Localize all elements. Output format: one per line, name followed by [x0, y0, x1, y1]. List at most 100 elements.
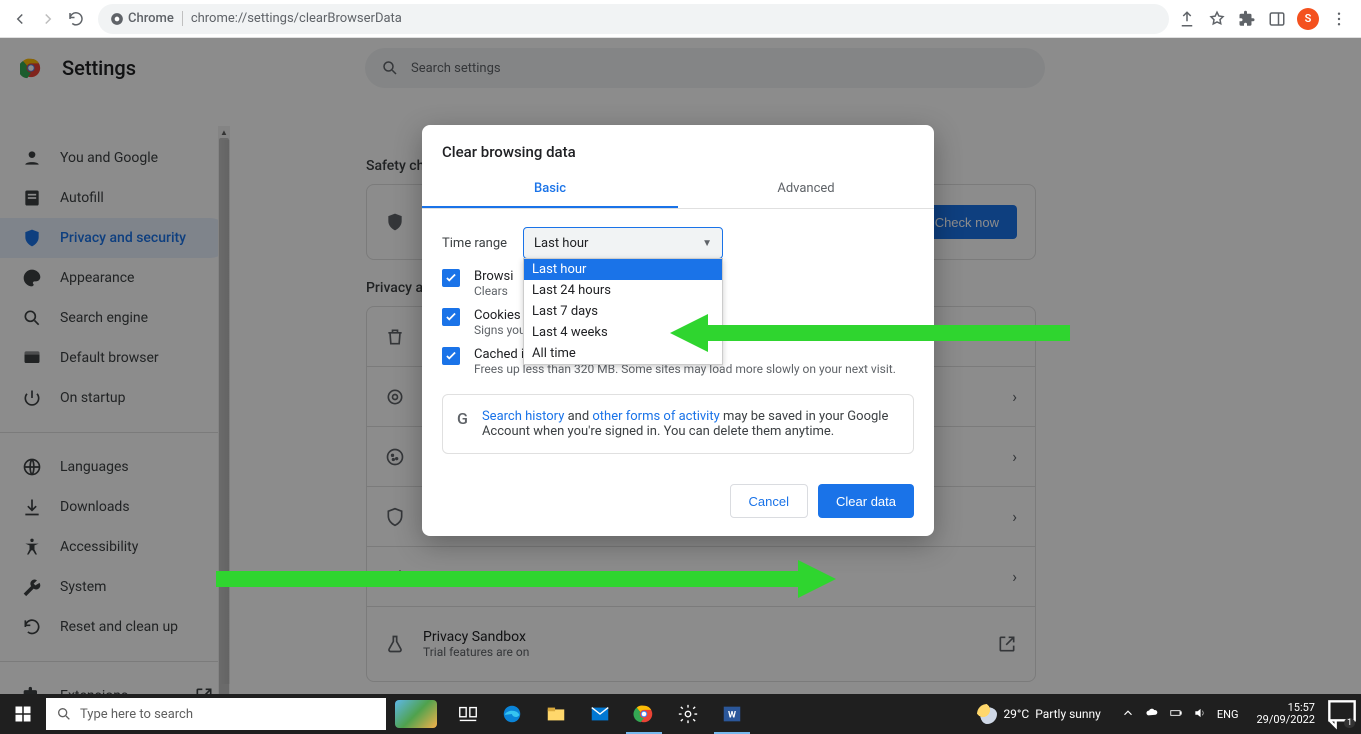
sidebar-item-accessibility[interactable]: Accessibility — [0, 527, 230, 567]
sidebar-scrollbar[interactable]: ▲ ▼ — [218, 138, 230, 694]
info-text-mid: and — [564, 409, 592, 424]
sidebar-item-reset[interactable]: Reset and clean up — [0, 607, 230, 647]
search-history-link[interactable]: Search history — [482, 409, 564, 424]
taskbar-search[interactable]: Type here to search — [46, 698, 386, 730]
file-explorer-icon[interactable] — [534, 694, 578, 734]
task-view-icon[interactable] — [446, 694, 490, 734]
dropdown-option[interactable]: Last 7 days — [524, 301, 722, 322]
sidebar-item-search-engine[interactable]: Search engine — [0, 298, 230, 338]
profile-avatar[interactable]: S — [1297, 8, 1319, 30]
accessibility-icon — [22, 537, 42, 557]
sidebar-item-label: Appearance — [60, 270, 134, 286]
time-range-label: Time range — [442, 236, 507, 251]
dropdown-option[interactable]: Last 4 weeks — [524, 322, 722, 343]
tab-basic[interactable]: Basic — [422, 171, 678, 208]
taskbar-clock[interactable]: 15:57 29/09/2022 — [1248, 702, 1323, 726]
start-button[interactable] — [0, 694, 46, 734]
sidebar-item-on-startup[interactable]: On startup — [0, 378, 230, 418]
person-icon — [22, 148, 42, 168]
chevron-right-icon: › — [1012, 507, 1017, 526]
browser-toolbar: Chrome chrome://settings/clearBrowserDat… — [0, 0, 1361, 38]
language-indicator[interactable]: ENG — [1217, 708, 1239, 721]
chevron-right-icon: › — [1012, 447, 1017, 466]
cookies-checkbox[interactable] — [442, 308, 460, 326]
edge-icon[interactable] — [490, 694, 534, 734]
cancel-button[interactable]: Cancel — [730, 484, 808, 518]
other-activity-link[interactable]: other forms of activity — [592, 409, 719, 424]
notification-badge: 1 — [1344, 718, 1355, 728]
time-range-select[interactable]: Last hour ▼ Last hour Last 24 hours Last… — [523, 227, 723, 259]
onedrive-icon[interactable] — [1145, 706, 1159, 723]
open-in-new-icon — [997, 634, 1017, 654]
sandbox-title: Privacy Sandbox — [423, 629, 979, 645]
sidebar-item-label: You and Google — [60, 150, 158, 166]
shield2-icon — [385, 507, 405, 527]
browsing-history-checkbox[interactable] — [442, 269, 460, 287]
sandbox-sub: Trial features are on — [423, 645, 979, 659]
origin-label: Chrome — [128, 11, 174, 26]
chrome-taskbar-icon[interactable] — [622, 694, 666, 734]
mail-icon[interactable] — [578, 694, 622, 734]
sidebar-item-extensions[interactable]: Extensions — [0, 676, 230, 694]
taskbar-news[interactable] — [386, 694, 446, 734]
settings-gear-icon[interactable] — [666, 694, 710, 734]
extensions-puzzle-icon[interactable] — [1237, 9, 1257, 29]
privacy-sandbox-row[interactable]: Privacy Sandbox Trial features are on — [367, 607, 1035, 681]
dropdown-option[interactable]: All time — [524, 343, 722, 364]
sidebar-item-languages[interactable]: Languages — [0, 447, 230, 487]
tray-chevron-up-icon[interactable] — [1121, 706, 1135, 723]
site-identity: Chrome — [110, 11, 183, 26]
power-icon — [22, 388, 42, 408]
cached-checkbox[interactable] — [442, 347, 460, 365]
sidebar-divider — [0, 432, 230, 433]
cookie-icon — [385, 447, 405, 467]
reload-button[interactable] — [62, 5, 90, 33]
settings-search[interactable]: Search settings — [365, 48, 1045, 88]
shield-icon — [385, 212, 405, 232]
dropdown-option[interactable]: Last hour — [524, 259, 722, 280]
forward-button[interactable] — [34, 5, 62, 33]
sidebar-item-label: Accessibility — [60, 539, 138, 555]
sidebar-item-autofill[interactable]: Autofill — [0, 178, 230, 218]
sidebar-item-appearance[interactable]: Appearance — [0, 258, 230, 298]
sidebar-item-label: Languages — [60, 459, 129, 475]
battery-icon[interactable] — [1169, 706, 1183, 723]
action-center-icon[interactable]: 1 — [1323, 694, 1361, 734]
chevron-down-icon: ▼ — [702, 238, 712, 249]
search-icon — [22, 308, 42, 328]
sidebar-item-you-and-google[interactable]: You and Google — [0, 138, 230, 178]
sidebar-divider — [0, 661, 230, 662]
reset-icon — [22, 617, 42, 637]
share-icon[interactable] — [1177, 9, 1197, 29]
trash-icon — [385, 327, 405, 347]
side-panel-icon[interactable] — [1267, 9, 1287, 29]
back-button[interactable] — [6, 5, 34, 33]
taskbar-app-icons: W — [446, 694, 754, 734]
word-icon[interactable]: W — [710, 694, 754, 734]
settings-sidebar: You and Google Autofill Privacy and secu… — [0, 98, 230, 694]
settings-header: Settings Search settings — [0, 38, 1361, 98]
download-icon — [22, 497, 42, 517]
taskbar-weather[interactable]: 29°C Partly sunny — [967, 704, 1110, 724]
clear-data-button[interactable]: Clear data — [818, 484, 914, 518]
bookmark-star-icon[interactable] — [1207, 9, 1227, 29]
time-range-selected: Last hour — [534, 236, 588, 251]
weather-temp: 29°C — [1003, 707, 1029, 721]
flask-icon — [385, 634, 405, 654]
scroll-thumb[interactable] — [219, 138, 229, 694]
tab-advanced[interactable]: Advanced — [678, 171, 934, 208]
sidebar-item-default-browser[interactable]: Default browser — [0, 338, 230, 378]
chrome-menu-icon[interactable] — [1329, 9, 1349, 29]
privacy-row[interactable]: › — [367, 547, 1035, 607]
sidebar-item-downloads[interactable]: Downloads — [0, 487, 230, 527]
sidebar-item-system[interactable]: System — [0, 567, 230, 607]
address-bar[interactable]: Chrome chrome://settings/clearBrowserDat… — [98, 4, 1169, 34]
sidebar-item-label: Downloads — [60, 499, 130, 515]
scroll-up-icon[interactable]: ▲ — [218, 126, 230, 138]
globe-icon — [22, 457, 42, 477]
dropdown-option[interactable]: Last 24 hours — [524, 280, 722, 301]
checkbox-title: Browsi — [474, 269, 513, 284]
sidebar-item-privacy-security[interactable]: Privacy and security — [0, 218, 230, 258]
search-icon — [56, 706, 72, 722]
volume-icon[interactable] — [1193, 706, 1207, 723]
